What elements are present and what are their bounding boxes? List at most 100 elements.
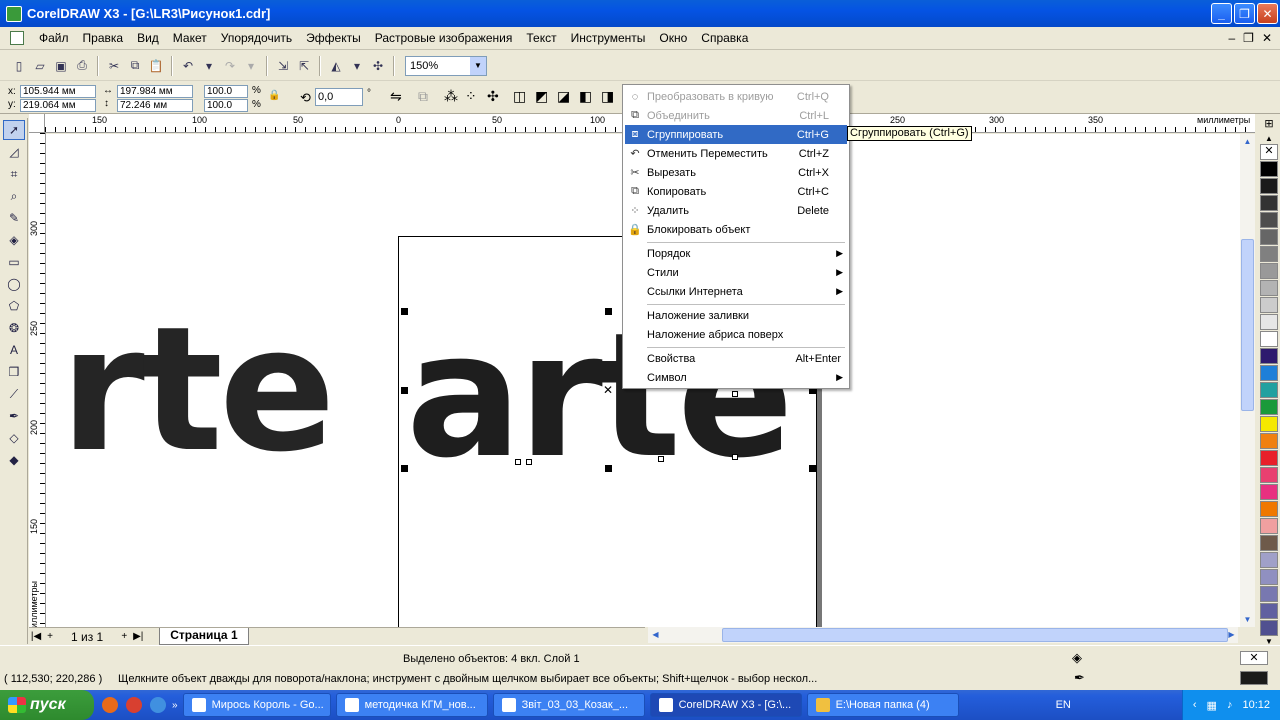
color-swatch[interactable] [1260,212,1278,228]
menu-help[interactable]: Справка [694,31,755,45]
zoom-level-select[interactable]: 150% ▼ [405,55,487,76]
menu-view[interactable]: Вид [130,31,166,45]
color-swatch[interactable] [1260,195,1278,211]
selection-handle[interactable] [401,465,408,472]
scroll-left-icon[interactable]: ◀ [648,627,663,642]
x-position-field[interactable]: 105.944 мм [20,85,96,98]
menu-item-undo-move[interactable]: ↶ Отменить Переместить Ctrl+Z [625,144,847,163]
vertical-scrollbar[interactable]: ▲ ▼ [1240,134,1255,627]
color-swatch[interactable] [1260,161,1278,177]
color-swatch[interactable] [1260,450,1278,466]
menu-item-overprint-outline[interactable]: Наложение абриса поверх [625,325,847,344]
outline-tool-icon[interactable]: ✒ [3,406,25,426]
node-handle[interactable] [732,454,738,460]
launcher-dropdown-icon[interactable]: ▾ [348,57,366,75]
zoom-tool-icon[interactable]: ⌕ [3,186,25,206]
outline-color-swatch[interactable] [1240,671,1268,685]
task-coreldraw[interactable]: CorelDRAW X3 - [G:\... [649,693,802,717]
menu-item-overprint-fill[interactable]: Наложение заливки [625,306,847,325]
maximize-button[interactable]: ❐ [1234,3,1255,24]
color-swatch[interactable] [1260,552,1278,568]
doc-close-button[interactable]: ✕ [1262,31,1272,45]
node-handle[interactable] [658,456,664,462]
redo-dropdown-icon[interactable]: ▾ [242,57,260,75]
document-icon[interactable] [10,31,24,45]
lock-ratio-icon[interactable]: 🔒 [268,90,280,101]
text-object-rte[interactable]: rte [60,304,336,476]
ellipse-tool-icon[interactable]: ◯ [3,274,25,294]
rectangle-tool-icon[interactable]: ▭ [3,252,25,272]
menu-item-combine[interactable]: ⧉ Объединить Ctrl+L [625,106,847,125]
menu-item-convert-to-curves[interactable]: ◌ Преобразовать в кривую Ctrl+Q [625,87,847,106]
color-swatch[interactable] [1260,586,1278,602]
task-word-document[interactable]: Звіт_03_03_Козак_... [492,693,645,717]
weld-icon[interactable]: ◫ [513,88,526,105]
doc-restore-button[interactable]: ❐ [1243,31,1254,45]
firefox-icon[interactable] [102,697,118,713]
eyedropper-tool-icon[interactable]: ⟋ [3,384,25,404]
color-swatch[interactable] [1260,382,1278,398]
new-icon[interactable]: ▯ [10,57,28,75]
crop-tool-icon[interactable]: ⌗ [3,164,25,184]
clock[interactable]: 10:12 [1242,699,1270,711]
menu-layout[interactable]: Макет [166,31,214,45]
color-swatch[interactable] [1260,348,1278,364]
menu-item-copy[interactable]: ⧉ Копировать Ctrl+C [625,182,847,201]
first-page-icon[interactable]: |◀ [29,631,43,642]
selection-handle[interactable] [605,308,612,315]
node-handle[interactable] [515,459,521,465]
menu-item-group[interactable]: ⧈ Сгруппировать Ctrl+G [625,125,847,144]
selection-handle[interactable] [605,465,612,472]
quick-launch-more-icon[interactable]: » [172,700,178,711]
color-swatch[interactable] [1260,229,1278,245]
color-swatch[interactable] [1260,433,1278,449]
basic-shapes-icon[interactable]: ❂ [3,318,25,338]
menu-item-delete[interactable]: ⁘ Удалить Delete [625,201,847,220]
menu-item-internet-links[interactable]: Ссылки Интернета ▶ [625,282,847,301]
language-indicator[interactable]: EN [1056,699,1071,711]
chevron-down-icon[interactable]: ▼ [470,56,486,75]
color-swatch[interactable] [1260,484,1278,500]
export-icon[interactable]: ⇱ [295,57,313,75]
node-handle[interactable] [526,459,532,465]
undo-icon[interactable]: ↶ [179,57,197,75]
task-document-1[interactable]: методичка КГМ_нов... [335,693,488,717]
intersect-icon[interactable]: ◪ [557,88,570,105]
palette-menu-icon[interactable]: ⊞ [1258,114,1280,133]
fill-color-swatch[interactable]: ✕ [1240,651,1268,665]
application-launcher-icon[interactable]: ◭ [327,57,345,75]
pick-tool-icon[interactable]: ➚ [3,120,25,140]
horizontal-scroll-thumb[interactable] [722,628,1228,642]
mirror-icon[interactable]: ⇋ [390,88,402,105]
front-minus-back-icon[interactable]: ◨ [601,88,614,105]
tray-expand-icon[interactable]: ‹ [1193,699,1197,711]
page-tab[interactable]: Страница 1 [159,628,249,645]
selection-handle[interactable] [401,308,408,315]
width-field[interactable]: 197.984 мм [117,85,193,98]
scale-y-field[interactable]: 100.0 [204,99,248,112]
simplify-icon[interactable]: ◧ [579,88,592,105]
color-swatch[interactable] [1260,569,1278,585]
copy-icon[interactable]: ⧉ [126,57,144,75]
color-swatch[interactable] [1260,399,1278,415]
minimize-button[interactable]: _ [1211,3,1232,24]
interactive-blend-icon[interactable]: ❒ [3,362,25,382]
y-position-field[interactable]: 219.064 мм [20,99,96,112]
scale-x-field[interactable]: 100.0 [204,85,248,98]
paste-icon[interactable]: 📋 [147,57,165,75]
shape-tool-icon[interactable]: ◿ [3,142,25,162]
node-handle[interactable] [732,391,738,397]
smart-fill-icon[interactable]: ◈ [3,230,25,250]
ungroup-icon[interactable]: ⁂ [444,88,458,105]
menu-window[interactable]: Окно [652,31,694,45]
add-page-after-icon[interactable]: + [117,631,131,642]
start-button[interactable]: пуск [0,690,94,720]
selection-handle[interactable] [809,465,816,472]
menu-item-styles[interactable]: Стили ▶ [625,263,847,282]
save-icon[interactable]: ▣ [52,57,70,75]
close-button[interactable]: ✕ [1257,3,1278,24]
rotation-angle-field[interactable]: 0,0 [315,88,363,106]
group-icon[interactable]: ⧉ [418,88,428,105]
color-swatch[interactable] [1260,314,1278,330]
selection-handle[interactable] [401,387,408,394]
